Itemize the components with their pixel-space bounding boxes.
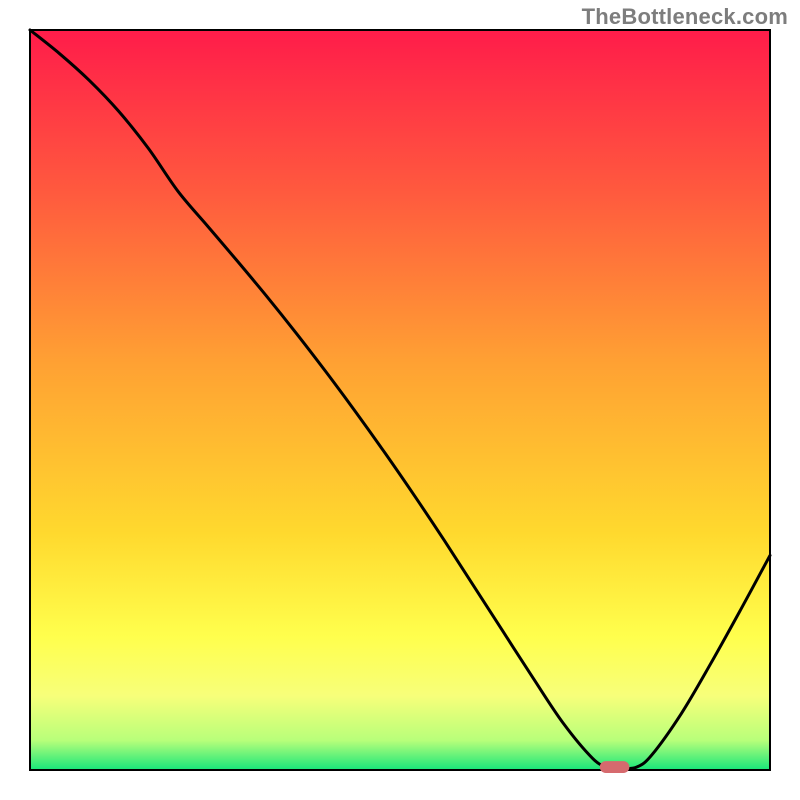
bottleneck-chart <box>0 0 800 800</box>
optimal-marker <box>600 761 630 773</box>
chart-stage: TheBottleneck.com <box>0 0 800 800</box>
